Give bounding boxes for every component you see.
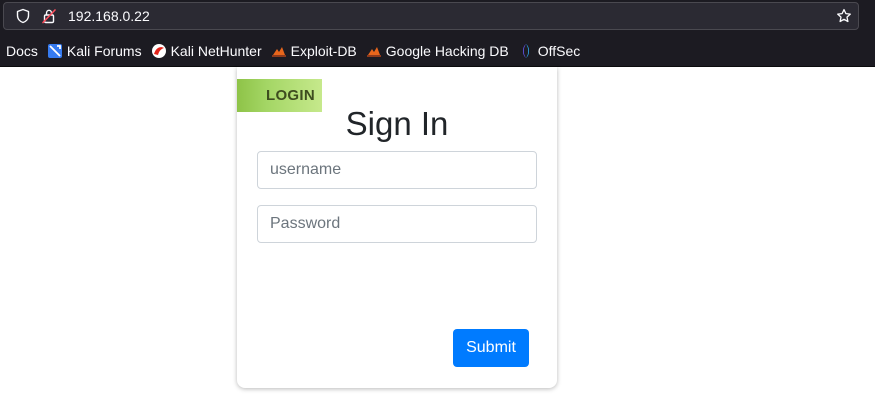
- bookmark-google-hacking-db[interactable]: Google Hacking DB: [362, 39, 514, 63]
- bookmark-kali-docs[interactable]: Docs: [0, 39, 43, 63]
- submit-button[interactable]: Submit: [453, 329, 529, 367]
- insecure-lock-icon[interactable]: [41, 8, 57, 24]
- bookmark-label: Kali NetHunter: [170, 43, 262, 59]
- bookmark-star-icon[interactable]: [836, 8, 852, 24]
- bookmark-exploit-db[interactable]: Exploit-DB: [267, 39, 362, 63]
- bookmark-kali-forums[interactable]: Kali Forums: [43, 39, 147, 63]
- bookmark-kali-nethunter[interactable]: Kali NetHunter: [147, 39, 267, 63]
- bookmark-label: Exploit-DB: [290, 43, 357, 59]
- bookmark-offsec[interactable]: OffSec: [514, 39, 586, 63]
- login-card: LOGIN Sign In Submit: [237, 67, 557, 388]
- bookmark-label: Docs: [6, 43, 38, 59]
- shield-icon[interactable]: [15, 8, 31, 24]
- kali-forums-icon: [47, 44, 62, 58]
- password-input[interactable]: [257, 205, 537, 243]
- bookmark-label: OffSec: [537, 43, 581, 59]
- bookmarks-toolbar: Docs Kali Forums Kali NetHunter Exploit-…: [0, 36, 875, 66]
- browser-toolbar: 192.168.0.22 Docs Kali Forums Kali NetHu…: [0, 0, 875, 67]
- username-input[interactable]: [257, 151, 537, 189]
- bookmark-label: Google Hacking DB: [385, 43, 509, 59]
- kali-nethunter-icon: [151, 44, 166, 58]
- page-title: Sign In: [345, 105, 449, 142]
- exploit-db-icon: [271, 47, 286, 57]
- offsec-icon: [522, 44, 529, 58]
- google-hacking-db-icon: [366, 47, 381, 57]
- url-text[interactable]: 192.168.0.22: [68, 8, 150, 25]
- address-bar[interactable]: 192.168.0.22: [3, 2, 859, 30]
- bookmark-label: Kali Forums: [66, 43, 142, 59]
